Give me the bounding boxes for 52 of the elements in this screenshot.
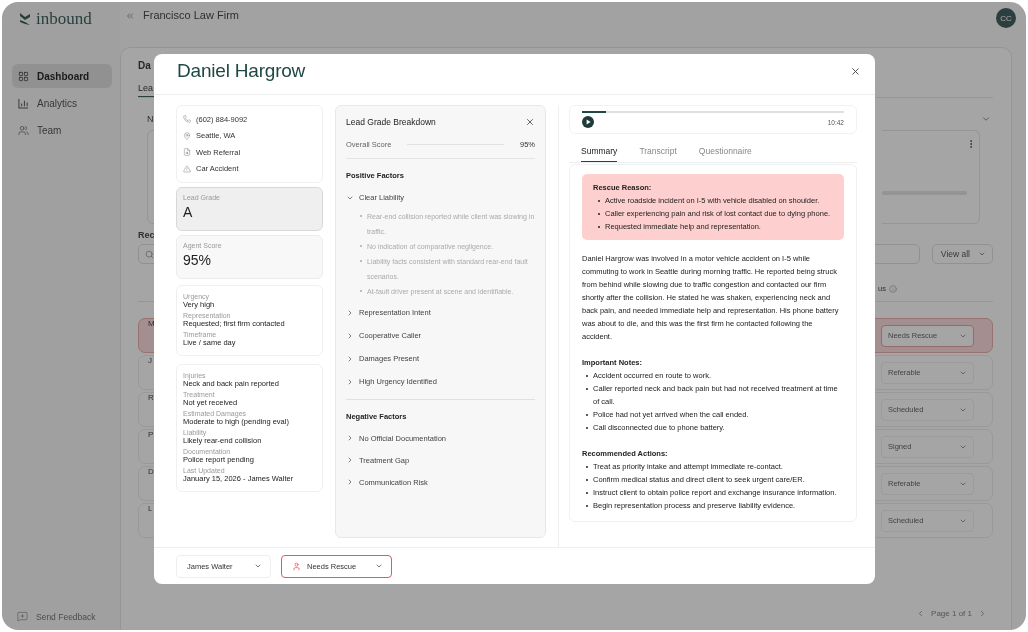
- bar-chart-icon: [18, 97, 29, 109]
- phone-icon: [183, 115, 191, 124]
- firm-name: Francisco Law Firm: [143, 9, 239, 21]
- close-button[interactable]: [850, 65, 861, 77]
- chevron-down-icon: [254, 562, 262, 570]
- view-all-dropdown[interactable]: View all: [931, 244, 993, 264]
- location-pin-icon: [183, 131, 191, 140]
- lead-name-title: Daniel Hargrow: [177, 60, 306, 82]
- sidebar-item[interactable]: Analytics: [12, 91, 112, 115]
- play-icon[interactable]: [582, 116, 594, 128]
- chevron-right-icon: [346, 478, 354, 486]
- feedback-icon: [17, 611, 28, 622]
- close-button[interactable]: [525, 117, 535, 127]
- feedback-link[interactable]: Send Feedback: [12, 611, 112, 622]
- section-title: Rec: [138, 230, 155, 240]
- score-value: 95%: [183, 252, 213, 268]
- lead-name: M: [148, 319, 155, 328]
- next-page-icon[interactable]: [978, 609, 987, 618]
- user-avatar[interactable]: CC: [996, 8, 1016, 28]
- chevron-down-icon[interactable]: [981, 114, 991, 124]
- person-icon: [292, 561, 301, 571]
- grid-icon: [18, 70, 29, 82]
- lead-name: J: [148, 356, 152, 365]
- page-heading: Da: [138, 60, 151, 71]
- chevron-down-icon: [375, 562, 383, 570]
- tab[interactable]: Summary: [581, 146, 618, 162]
- tab[interactable]: Questionnaire: [698, 146, 752, 162]
- chevron-right-icon: [346, 354, 354, 363]
- users-icon: [18, 124, 29, 136]
- section-title: N: [147, 114, 154, 124]
- chevron-right-icon: [346, 377, 354, 386]
- lead-name: D: [148, 467, 154, 476]
- warning-icon: [183, 164, 191, 173]
- chevron-right-icon: [346, 456, 354, 464]
- sidebar-item[interactable]: Dashboard: [12, 64, 112, 88]
- panel-title: Lead Grade Breakdown: [346, 117, 436, 127]
- info-icon: [889, 284, 897, 293]
- search-icon: [145, 249, 154, 259]
- tab[interactable]: Transcript: [639, 146, 677, 162]
- chevron-right-icon: [346, 434, 354, 442]
- logo-mark-icon: [18, 12, 32, 26]
- chevron-right-icon: [346, 308, 354, 317]
- chevron-right-icon: [346, 331, 354, 340]
- sidebar-item[interactable]: Team: [12, 118, 112, 142]
- lead-name: L: [148, 504, 153, 513]
- lead-name: R: [148, 393, 154, 402]
- logo-text: inbound: [36, 9, 92, 29]
- chevron-down-icon: [978, 250, 986, 258]
- document-search-icon: [183, 148, 191, 157]
- score-value: A: [183, 204, 194, 220]
- lead-name: P: [148, 430, 154, 439]
- page-indicator: Page 1 of 1: [931, 609, 972, 618]
